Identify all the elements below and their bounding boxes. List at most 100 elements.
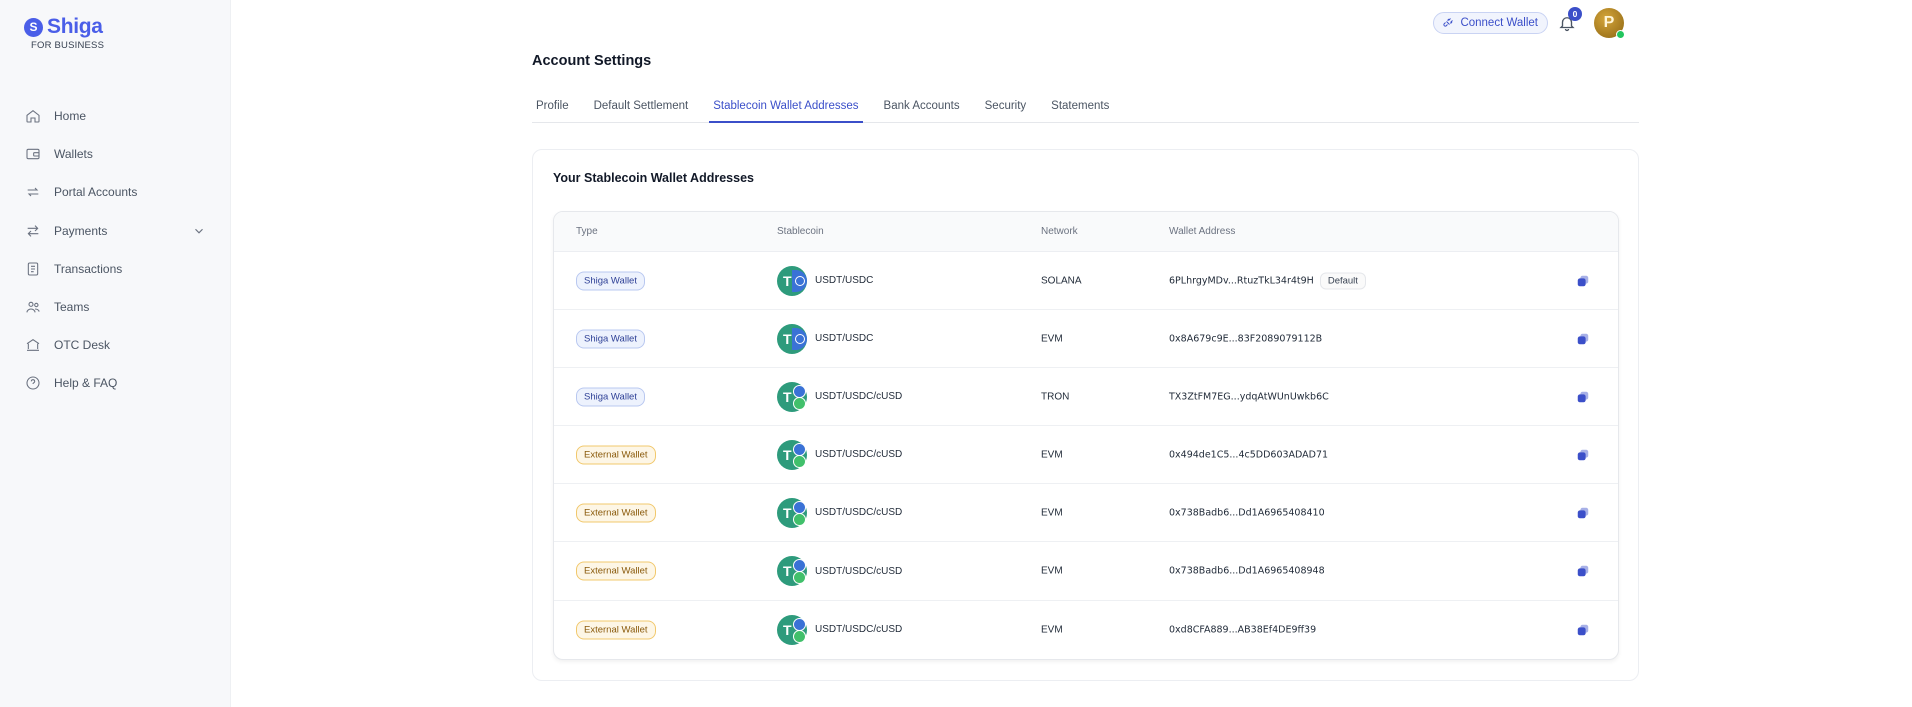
sidebar-item-portal-accounts[interactable]: Portal Accounts: [25, 173, 215, 211]
column-header-type: Type: [576, 226, 598, 237]
network-label: SOLANA: [1041, 275, 1082, 287]
cell-stablecoin: T USDT/USDC/cUSD: [777, 614, 902, 645]
wallet-type-badge: External Wallet: [576, 445, 656, 465]
cell-stablecoin: T USDT/USDC/cUSD: [777, 439, 902, 470]
sidebar-item-label: Teams: [54, 300, 90, 315]
table-header: Type Stablecoin Network Wallet Address: [554, 212, 1618, 252]
copy-icon[interactable]: [1576, 564, 1590, 578]
sidebar-item-transactions[interactable]: Transactions: [25, 250, 215, 288]
cell-stablecoin: T USDT/USDC/cUSD: [777, 497, 902, 528]
sidebar: S Shiga FOR BUSINESS Home Wallets Portal…: [0, 0, 231, 707]
wallet-address-text: 0x738Badb6...Dd1A6965408948: [1169, 565, 1325, 577]
cell-network: SOLANA: [1041, 275, 1082, 286]
cell-actions: [1576, 564, 1590, 578]
copy-icon[interactable]: [1576, 274, 1590, 288]
cell-type: External Wallet: [576, 503, 656, 523]
wallet-address-text: TX3ZtFM7EG...ydqAtWUnUwkb6C: [1169, 391, 1329, 403]
wallet-type-badge: External Wallet: [576, 503, 656, 523]
cell-actions: [1576, 332, 1590, 346]
cell-stablecoin: T USDT/USDC: [777, 265, 874, 296]
wallet-address-text: 0xd8CFA889...AB38Ef4DE9ff39: [1169, 624, 1317, 636]
cell-wallet-address: 0x738Badb6...Dd1A6965408948: [1169, 566, 1325, 577]
wallet-address-text: 6PLhrgyMDv...RtuzTkL34r4t9H: [1169, 275, 1314, 287]
sidebar-item-otc-desk[interactable]: OTC Desk: [25, 326, 215, 364]
cusd-coin-icon: [793, 629, 806, 643]
sidebar-item-label: Home: [54, 109, 87, 124]
sidebar-item-label: Portal Accounts: [54, 185, 138, 200]
sidebar-item-teams[interactable]: Teams: [25, 288, 215, 326]
bank-icon: [26, 339, 40, 352]
wallet-address-text: 0x8A679c9E...83F2089079112B: [1169, 333, 1323, 345]
stablecoin-label: USDT/USDC: [815, 333, 874, 345]
tab-stablecoin-wallet-addresses[interactable]: Stablecoin Wallet Addresses: [709, 96, 863, 123]
sidebar-item-wallets[interactable]: Wallets: [25, 135, 215, 173]
network-label: EVM: [1041, 624, 1063, 636]
default-badge: Default: [1319, 272, 1366, 290]
table-row: External Wallet T USDT/USDC/cUSD EVM 0x4…: [554, 426, 1618, 485]
chevron-down-icon[interactable]: [192, 224, 206, 238]
portal-icon: [27, 188, 39, 197]
wallet-type-badge: Shiga Wallet: [576, 271, 645, 291]
cell-network: EVM: [1041, 507, 1063, 518]
sidebar-item-label: Wallets: [54, 147, 93, 162]
avatar[interactable]: P: [1594, 8, 1625, 39]
cusd-coin-icon: [793, 571, 806, 585]
cell-type: Shiga Wallet: [576, 387, 645, 407]
cell-type: External Wallet: [576, 445, 656, 465]
copy-icon[interactable]: [1576, 332, 1590, 346]
table-row: External Wallet T USDT/USDC/cUSD EVM 0x7…: [554, 484, 1618, 543]
sidebar-item-label: Payments: [54, 223, 108, 238]
notification-count-badge: 0: [1568, 7, 1582, 21]
sidebar-item-home[interactable]: Home: [25, 97, 215, 135]
wallet-type-badge: Shiga Wallet: [576, 329, 645, 349]
network-label: TRON: [1041, 391, 1070, 403]
cell-network: TRON: [1041, 391, 1069, 402]
cell-network: EVM: [1041, 333, 1063, 344]
sidebar-item-label: OTC Desk: [54, 338, 111, 353]
tab-profile[interactable]: Profile: [532, 96, 573, 123]
stablecoin-label: USDT/USDC/cUSD: [815, 565, 903, 577]
notifications-button[interactable]: 0: [1558, 7, 1582, 32]
avatar-initial: P: [1603, 14, 1615, 31]
network-label: EVM: [1041, 565, 1063, 577]
tab-statements[interactable]: Statements: [1047, 96, 1113, 123]
home-icon: [26, 110, 40, 123]
table-body: Shiga Wallet T USDT/USDC SOLANA 6PLhrgyM…: [554, 252, 1618, 659]
document-icon: [27, 262, 39, 276]
copy-icon[interactable]: [1576, 623, 1590, 637]
connect-wallet-button[interactable]: Connect Wallet: [1433, 12, 1548, 34]
network-label: EVM: [1041, 507, 1063, 519]
sidebar-item-label: Transactions: [54, 261, 123, 276]
settings-tabs: Profile Default Settlement Stablecoin Wa…: [532, 96, 1639, 123]
copy-icon[interactable]: [1576, 448, 1590, 462]
cusd-coin-icon: [793, 396, 806, 410]
cell-type: Shiga Wallet: [576, 329, 645, 349]
cusd-coin-icon: [793, 454, 806, 468]
wallet-address-text: 0x738Badb6...Dd1A6965408410: [1169, 507, 1325, 519]
sidebar-item-help-faq[interactable]: Help & FAQ: [25, 364, 215, 402]
copy-icon[interactable]: [1576, 390, 1590, 404]
copy-icon[interactable]: [1576, 506, 1590, 520]
cell-network: EVM: [1041, 449, 1063, 460]
cell-actions: [1576, 274, 1590, 288]
page-title: Account Settings: [532, 53, 652, 69]
sidebar-item-label: Help & FAQ: [54, 376, 118, 391]
sidebar-nav: Home Wallets Portal Accounts Payments Tr…: [25, 97, 215, 403]
table-row: Shiga Wallet T USDT/USDC SOLANA 6PLhrgyM…: [554, 252, 1618, 311]
cell-stablecoin: T USDT/USDC/cUSD: [777, 381, 902, 412]
stablecoin-icon: T: [777, 556, 807, 587]
tab-bank-accounts[interactable]: Bank Accounts: [880, 96, 964, 123]
sidebar-item-payments[interactable]: Payments: [25, 212, 215, 250]
shiga-logo-icon: S: [24, 17, 43, 37]
wallet-type-badge: External Wallet: [576, 620, 656, 640]
stablecoin-label: USDT/USDC: [815, 275, 874, 287]
brand-name: Shiga: [47, 15, 103, 38]
online-status-dot: [1616, 30, 1625, 39]
column-header-wallet-address: Wallet Address: [1169, 226, 1236, 237]
tab-default-settlement[interactable]: Default Settlement: [590, 96, 693, 123]
connect-wallet-label: Connect Wallet: [1460, 17, 1538, 29]
stablecoin-icon: T: [777, 265, 807, 296]
wallet-addresses-table: Type Stablecoin Network Wallet Address S…: [553, 211, 1619, 660]
logo[interactable]: S Shiga FOR BUSINESS: [24, 15, 104, 51]
tab-security[interactable]: Security: [981, 96, 1031, 123]
